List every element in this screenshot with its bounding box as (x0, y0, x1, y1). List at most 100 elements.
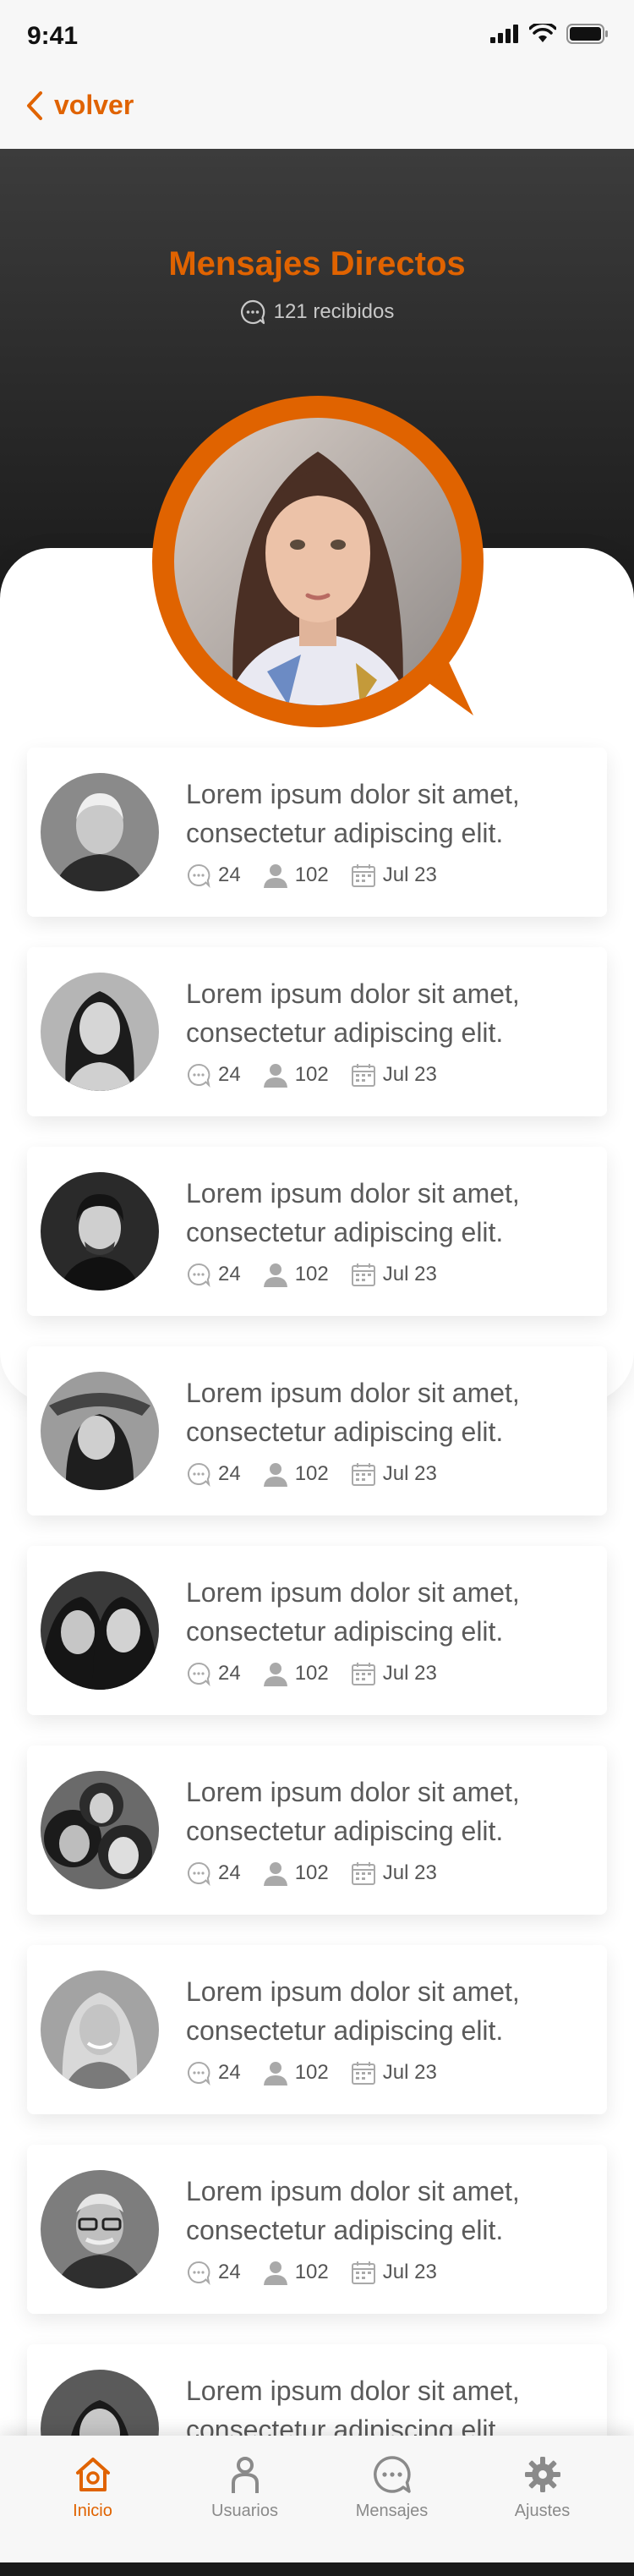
nav-bar: volver (0, 74, 634, 149)
date-meta: Jul 23 (351, 2260, 437, 2285)
home-icon (75, 2458, 110, 2491)
date-meta: Jul 23 (351, 1661, 437, 1686)
calendar-icon (351, 2062, 375, 2085)
users-count: 102 (294, 863, 329, 886)
avatar (41, 1372, 159, 1490)
message-card[interactable]: Lorem ipsum dolor sit amet, consectetur … (27, 748, 607, 917)
users-meta: 102 (263, 2260, 329, 2285)
date-label: Jul 23 (382, 863, 437, 886)
users-meta: 102 (263, 863, 329, 888)
comments-count: 24 (218, 2061, 241, 2084)
date-meta: Jul 23 (351, 1861, 437, 1886)
wifi-icon (529, 24, 556, 42)
calendar-icon (351, 1463, 375, 1486)
message-text: Lorem ipsum dolor sit amet, consectetur … (186, 978, 520, 1048)
date-label: Jul 23 (382, 2061, 437, 2084)
comment-icon (188, 1263, 210, 1287)
calendar-icon (351, 1862, 375, 1885)
message-text: Lorem ipsum dolor sit amet, consectetur … (186, 1178, 520, 1247)
back-button[interactable]: volver (25, 90, 134, 121)
date-label: Jul 23 (382, 1063, 437, 1086)
calendar-icon (351, 864, 375, 887)
users-meta: 102 (263, 1262, 329, 1287)
tab-inicio[interactable]: Inicio (14, 2454, 172, 2521)
comment-icon (188, 1861, 210, 1886)
message-text: Lorem ipsum dolor sit amet, consectetur … (186, 2176, 520, 2245)
date-label: Jul 23 (382, 2261, 437, 2283)
users-count: 102 (294, 1063, 329, 1086)
status-icons (490, 24, 609, 44)
users-meta: 102 (263, 1062, 329, 1088)
tab-label: Inicio (73, 2502, 112, 2520)
comment-icon (188, 863, 210, 888)
comments-meta: 24 (186, 2060, 241, 2085)
comments-count: 24 (218, 1063, 241, 1086)
received-label: 121 recibidos (273, 300, 395, 323)
chat-icon (373, 2456, 411, 2493)
comment-icon (188, 1063, 210, 1088)
message-card[interactable]: Lorem ipsum dolor sit amet, consectetur … (27, 2145, 607, 2314)
page-title: Mensajes Directos (168, 245, 466, 282)
comments-count: 24 (218, 863, 241, 886)
message-card[interactable]: Lorem ipsum dolor sit amet, consectetur … (27, 1546, 607, 1715)
message-card[interactable]: Lorem ipsum dolor sit amet, consectetur … (27, 1147, 607, 1316)
users-count: 102 (294, 1263, 329, 1285)
users-count: 102 (294, 2261, 329, 2283)
users-meta: 102 (263, 2060, 329, 2085)
avatar (41, 1571, 159, 1690)
comments-meta: 24 (186, 1461, 241, 1487)
user-icon (263, 1263, 287, 1287)
user-icon (263, 1862, 287, 1886)
tab-label: Usuarios (211, 2502, 278, 2520)
comment-icon (188, 2061, 210, 2085)
comment-icon (188, 1662, 210, 1686)
comments-meta: 24 (186, 2260, 241, 2285)
users-count: 102 (294, 2061, 329, 2084)
user-icon (231, 2457, 259, 2493)
message-card[interactable]: Lorem ipsum dolor sit amet, consectetur … (27, 1746, 607, 1915)
comments-meta: 24 (186, 1062, 241, 1088)
avatar (41, 773, 159, 891)
date-meta: Jul 23 (351, 2060, 437, 2085)
message-text: Lorem ipsum dolor sit amet, consectetur … (186, 1976, 520, 2046)
users-count: 102 (294, 1462, 329, 1485)
chevron-left-icon (27, 90, 42, 120)
calendar-icon (351, 1263, 375, 1286)
avatar (41, 2170, 159, 2288)
message-meta: 24 102 Jul 23 (186, 2060, 459, 2085)
users-meta: 102 (263, 1861, 329, 1886)
profile-avatar-bubble[interactable] (152, 396, 490, 734)
comments-meta: 24 (186, 1262, 241, 1287)
message-text: Lorem ipsum dolor sit amet, consectetur … (186, 779, 520, 848)
message-meta: 24 102 Jul 23 (186, 1461, 459, 1487)
calendar-icon (351, 1064, 375, 1087)
signal-icon (490, 25, 518, 43)
message-card[interactable]: Lorem ipsum dolor sit amet, consectetur … (27, 1945, 607, 2114)
message-card[interactable]: Lorem ipsum dolor sit amet, consectetur … (27, 947, 607, 1116)
tab-bar: Inicio Usuarios Mensajes Ajustes (0, 2436, 634, 2562)
status-bar: 9:41 (0, 0, 634, 74)
avatar (41, 1172, 159, 1291)
tab-ajustes[interactable]: Ajustes (463, 2454, 621, 2521)
users-meta: 102 (263, 1661, 329, 1686)
user-icon (263, 1064, 287, 1088)
avatar (41, 973, 159, 1091)
settings-icon (524, 2457, 560, 2492)
user-icon (263, 1463, 287, 1487)
comments-count: 24 (218, 1861, 241, 1884)
comments-meta: 24 (186, 863, 241, 888)
message-text: Lorem ipsum dolor sit amet, consectetur … (186, 1378, 520, 1447)
comments-meta: 24 (186, 1661, 241, 1686)
tab-mensajes[interactable]: Mensajes (313, 2454, 471, 2521)
tab-usuarios[interactable]: Usuarios (166, 2454, 324, 2521)
comments-count: 24 (218, 1263, 241, 1285)
date-label: Jul 23 (382, 1462, 437, 1485)
date-label: Jul 23 (382, 1263, 437, 1285)
chat-bubble-icon (240, 299, 265, 325)
tab-label: Ajustes (514, 2502, 571, 2520)
message-text: Lorem ipsum dolor sit amet, consectetur … (186, 1577, 520, 1647)
date-meta: Jul 23 (351, 1262, 437, 1287)
message-card[interactable]: Lorem ipsum dolor sit amet, consectetur … (27, 1346, 607, 1515)
message-meta: 24 102 Jul 23 (186, 2260, 459, 2285)
user-icon (263, 864, 287, 888)
